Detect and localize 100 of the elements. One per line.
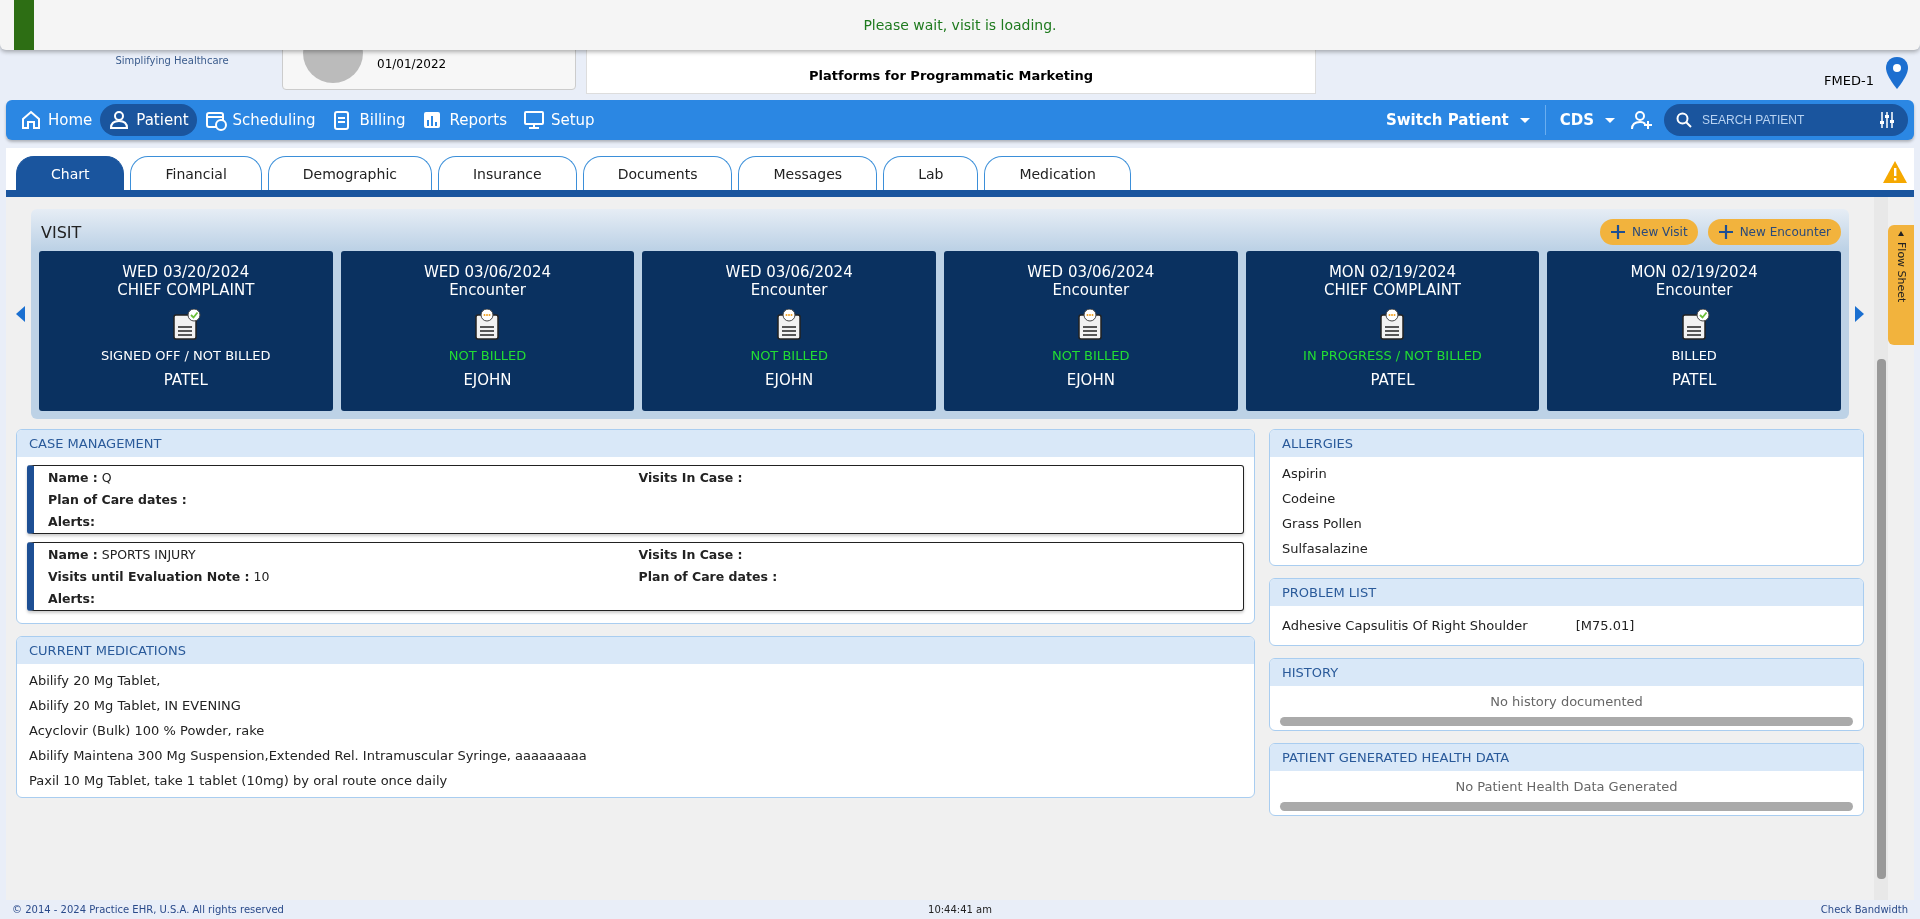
loading-banner: Please wait, visit is loading. <box>0 0 1920 50</box>
check-bandwidth-link[interactable]: Check Bandwidth <box>1820 904 1908 915</box>
visit-provider: EJOHN <box>1066 371 1115 389</box>
caret-icon <box>1898 231 1904 236</box>
logo-tagline: Simplifying Healthcare <box>115 55 229 66</box>
tab[interactable]: Financial <box>130 156 262 190</box>
panel-header: CASE MANAGEMENT <box>17 430 1254 457</box>
switch-patient-dropdown[interactable]: Switch Patient <box>1371 111 1545 129</box>
visit-type: CHIEF COMPLAINT <box>1323 281 1462 299</box>
section-title: VISIT <box>40 222 83 242</box>
search-field[interactable]: SEARCH PATIENT <box>1700 112 1870 128</box>
caret-icon <box>1604 115 1616 125</box>
visit-provider: EJOHN <box>765 371 814 389</box>
tab[interactable]: Chart <box>16 156 125 190</box>
visit-card[interactable]: MON 02/19/2024 CHIEF COMPLAINT IN PROGRESS / NOT BILLED PATEL <box>1245 251 1540 411</box>
home-icon <box>20 109 42 131</box>
tab[interactable]: Medication <box>984 156 1131 190</box>
allergy-item: Grass Pollen <box>1281 515 1363 533</box>
person-icon <box>108 109 131 131</box>
empty-message: No Patient Health Data Generated <box>1454 778 1679 796</box>
nav-item[interactable]: Reports <box>413 104 515 136</box>
warning-icon[interactable] <box>1882 160 1908 184</box>
panel-header: HISTORY <box>1270 659 1863 686</box>
tab[interactable]: Lab <box>883 156 979 190</box>
patient-dob: 01/01/2022 <box>377 57 447 71</box>
caret-icon <box>1518 115 1531 125</box>
nav-item[interactable]: Home <box>12 104 101 136</box>
search-icon <box>1676 112 1692 128</box>
add-button[interactable]: New Encounter <box>1707 219 1841 245</box>
visit-card[interactable]: MON 02/19/2024 Encounter BILLED PATEL <box>1547 251 1841 411</box>
cds-dropdown[interactable]: CDS <box>1545 111 1630 129</box>
visit-card[interactable]: WED 03/20/2024 CHIEF COMPLAINT SIGNED OFF / NOT BILLED PATEL <box>39 251 333 411</box>
visit-type: Encounter <box>1655 281 1733 299</box>
visit-date: MON 02/19/2024 <box>1328 263 1457 281</box>
panel-header: ALLERGIES <box>1270 430 1863 457</box>
visit-provider: EJOHN <box>463 371 512 389</box>
vertical-scrollbar[interactable] <box>1874 197 1888 900</box>
flow-sheet-tab[interactable]: Flow Sheet <box>1888 225 1914 345</box>
visit-status: NOT BILLED <box>750 348 828 363</box>
banner-stripe <box>14 0 34 50</box>
clock-time: 10:44:41 am <box>927 904 993 915</box>
medication-item: Paxil 10 Mg Tablet, take 1 tablet (10mg) by oral route once daily <box>28 772 449 790</box>
left-arrow-icon[interactable] <box>16 306 25 322</box>
nav-item[interactable]: Patient <box>100 104 197 136</box>
case-field: Plan of Care dates : <box>48 492 639 507</box>
panel-header: PROBLEM LIST <box>1270 579 1863 606</box>
add-user-icon[interactable] <box>1630 108 1654 132</box>
case-field: Name : SPORTS INJURY <box>48 547 639 562</box>
visit-date: WED 03/20/2024 <box>122 263 250 281</box>
visit-type: CHIEF COMPLAINT <box>117 281 255 299</box>
visit-status: SIGNED OFF / NOT BILLED <box>101 348 271 363</box>
right-arrow-icon[interactable] <box>1855 306 1864 322</box>
panel-header: CURRENT MEDICATIONS <box>17 637 1254 664</box>
tab[interactable]: Demographic <box>267 156 432 190</box>
visit-card[interactable]: WED 03/06/2024 Encounter NOT BILLED EJOHN <box>642 251 936 411</box>
visit-date: WED 03/06/2024 <box>1027 263 1155 281</box>
nav-item[interactable]: Setup <box>515 104 603 136</box>
plus-icon <box>1717 224 1734 240</box>
case-field: Alerts: <box>48 514 639 529</box>
search-bar[interactable]: SEARCH PATIENT <box>1664 104 1908 136</box>
allergy-item: Sulfasalazine <box>1281 540 1369 558</box>
visit-provider: PATEL <box>1370 371 1415 389</box>
visit-card[interactable]: WED 03/06/2024 Encounter NOT BILLED EJOHN <box>944 251 1238 411</box>
visit-status: NOT BILLED <box>1052 348 1130 363</box>
facility-label: FMED-1 <box>1824 73 1874 90</box>
location-pin-icon <box>1884 56 1910 90</box>
problem-code: [M75.01] <box>1575 618 1635 633</box>
medication-item: Abilify 20 Mg Tablet, IN EVENING <box>28 697 242 715</box>
tab[interactable]: Messages <box>738 156 878 190</box>
copyright-text: © 2014 - 2024 Practice EHR, U.S.A. All rights reserved <box>12 904 285 915</box>
visit-date: WED 03/06/2024 <box>423 263 552 281</box>
visit-status: NOT BILLED <box>448 348 527 363</box>
allergy-item: Codeine <box>1281 490 1337 508</box>
visit-provider: PATEL <box>1672 371 1717 389</box>
visit-status: IN PROGRESS / NOT BILLED <box>1303 348 1482 363</box>
monitor-icon <box>523 109 545 131</box>
case-field: Alerts: <box>48 591 639 606</box>
horizontal-scrollbar[interactable] <box>1280 717 1853 726</box>
sliders-icon[interactable] <box>1878 111 1896 129</box>
tab[interactable]: Insurance <box>437 156 577 190</box>
medication-item: Abilify Maintena 300 Mg Suspension,Extended Rel. Intramuscular Syringe, aaaaaaaaa <box>28 747 588 765</box>
panel-header: PATIENT GENERATED HEALTH DATA <box>1270 744 1863 771</box>
visit-provider: PATEL <box>163 371 208 389</box>
visit-status: BILLED <box>1671 348 1717 363</box>
tab[interactable]: Documents <box>582 156 733 190</box>
medication-item: Acyclovir (Bulk) 100 % Powder, rake <box>28 722 266 740</box>
add-button[interactable]: New Visit <box>1600 219 1698 245</box>
document-check-icon <box>170 309 202 340</box>
visit-type: Encounter <box>750 281 828 299</box>
nav-item[interactable]: Billing <box>323 104 414 136</box>
problem-name: Adhesive Capsulitis Of Right Shoulder <box>1282 618 1528 633</box>
allergy-item: Aspirin <box>1281 465 1328 483</box>
case-field: Name : Q <box>48 470 639 485</box>
nav-item[interactable]: Scheduling <box>196 104 324 136</box>
case-field: Visits until Evaluation Note : 10 <box>48 569 639 584</box>
empty-message: No history documented <box>1489 693 1644 711</box>
visit-type: Encounter <box>1052 281 1130 299</box>
visit-type: Encounter <box>449 281 526 299</box>
visit-card[interactable]: WED 03/06/2024 Encounter NOT BILLED EJOHN <box>340 251 635 411</box>
horizontal-scrollbar[interactable] <box>1280 802 1853 811</box>
